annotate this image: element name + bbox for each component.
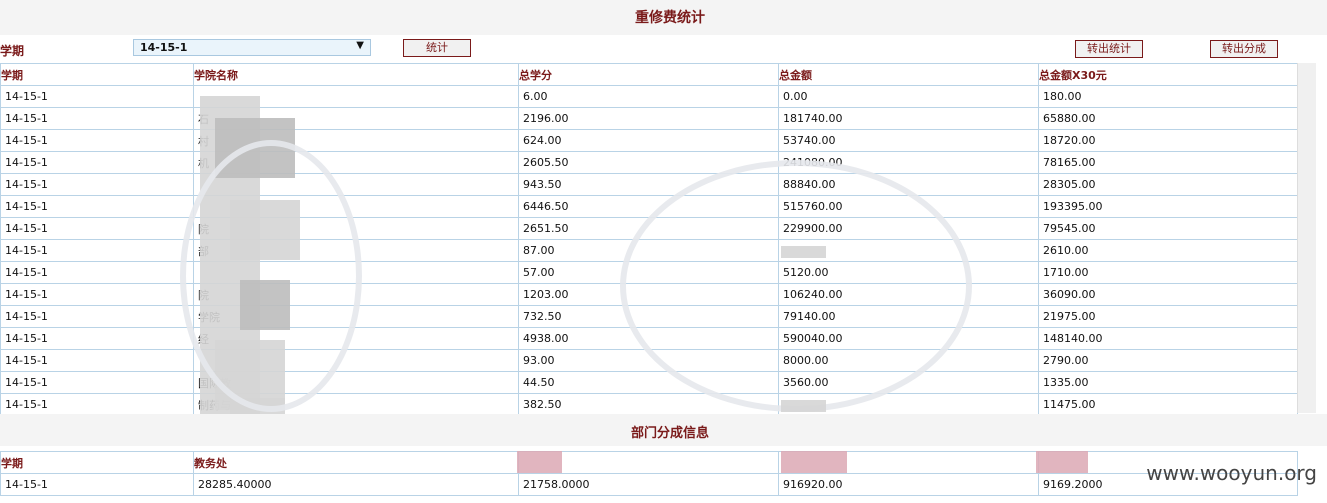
page: 重修费统计 学期 14-15-1 ▼ 统计 转出统计 转出分成 学期 学院名称 … — [0, 0, 1327, 503]
table-row: 14-15-1机2605.50241080.0078165.00 — [0, 151, 1298, 174]
cell-amount30: 18720.00 — [1038, 129, 1298, 152]
watermark: www.wooyun.org — [1146, 461, 1317, 485]
split-table-row: 14-15-1 28285.40000 21758.0000 916920.00… — [0, 473, 1298, 496]
cell-term: 14-15-1 — [0, 261, 194, 284]
cell-amount30: 1710.00 — [1038, 261, 1298, 284]
cell-amount30: 65880.00 — [1038, 107, 1298, 130]
term-select-value: 14-15-1 — [140, 41, 188, 54]
privacy-mosaic — [781, 451, 847, 473]
cell-term: 14-15-1 — [0, 129, 194, 152]
split-col-header-2: 教务处 — [193, 451, 519, 474]
privacy-mosaic — [1036, 451, 1088, 473]
split-section-title: 部门分成信息 — [630, 426, 709, 441]
table-row: 14-15-1村624.0053740.0018720.00 — [0, 129, 1298, 152]
export-stat-button[interactable]: 转出统计 — [1075, 40, 1143, 58]
cell-amount30: 193395.00 — [1038, 195, 1298, 218]
table-header-row: 学期 学院名称 总学分 总金额 总金额X30元 — [0, 63, 1298, 86]
scribble-overlay — [620, 160, 972, 412]
split-cell-4: 916920.00 — [778, 473, 1039, 496]
cell-amount30: 1335.00 — [1038, 371, 1298, 394]
cell-credits: 6.00 — [518, 85, 779, 108]
cell-term: 14-15-1 — [0, 393, 194, 416]
cell-term: 14-15-1 — [0, 239, 194, 262]
term-select[interactable]: 14-15-1 ▼ — [133, 39, 371, 56]
cell-amount30: 11475.00 — [1038, 393, 1298, 416]
cell-amount30: 2610.00 — [1038, 239, 1298, 262]
cell-term: 14-15-1 — [0, 195, 194, 218]
cell-term: 14-15-1 — [0, 371, 194, 394]
split-cell-2: 28285.40000 — [193, 473, 519, 496]
cell-amount30: 2790.00 — [1038, 349, 1298, 372]
cell-amount30: 79545.00 — [1038, 217, 1298, 240]
page-title: 重修费统计 — [635, 10, 705, 26]
cell-term: 14-15-1 — [0, 217, 194, 240]
table-row: 14-15-1 6.00 0.00 180.00 — [0, 85, 1298, 108]
cell-term: 14-15-1 — [0, 349, 194, 372]
split-col-header-term: 学期 — [0, 451, 194, 474]
export-split-button[interactable]: 转出分成 — [1210, 40, 1278, 58]
cell-amount30: 21975.00 — [1038, 305, 1298, 328]
cell-term: 14-15-1 — [0, 173, 194, 196]
cell-term: 14-15-1 — [0, 107, 194, 130]
table-row: 14-15-1国际教44.503560.001335.00 — [0, 371, 1298, 394]
cell-term: 14-15-1 — [0, 85, 194, 108]
term-label: 学期 — [0, 44, 25, 58]
table-row: 14-15-1石2196.00181740.0065880.00 — [0, 107, 1298, 130]
privacy-mosaic — [517, 451, 562, 473]
table-row: 14-15-1 943.50 88840.00 28305.00 — [0, 173, 1298, 196]
col-header-term: 学期 — [0, 63, 194, 86]
cell-amount30: 36090.00 — [1038, 283, 1298, 306]
cell-term: 14-15-1 — [0, 283, 194, 306]
col-header-college: 学院名称 — [193, 63, 519, 86]
split-cell-term: 14-15-1 — [0, 473, 194, 496]
scribble-overlay — [180, 140, 362, 412]
cell-credits: 624.00 — [518, 129, 779, 152]
cell-credits: 2196.00 — [518, 107, 779, 130]
split-cell-3: 21758.0000 — [518, 473, 779, 496]
cell-amount30: 78165.00 — [1038, 151, 1298, 174]
table-row: 14-15-1制药与382.5011475.00 — [0, 393, 1298, 416]
cell-term: 14-15-1 — [0, 327, 194, 350]
table-scrollbar[interactable] — [1297, 63, 1316, 413]
col-header-credits: 总学分 — [518, 63, 779, 86]
stat-button[interactable]: 统计 — [403, 39, 471, 57]
cell-amount: 181740.00 — [778, 107, 1039, 130]
split-table: 学期 教务处 14-15-1 28285.40000 21758.0000 91… — [0, 451, 1298, 496]
cell-term: 14-15-1 — [0, 305, 194, 328]
split-header-row: 学期 教务处 — [0, 451, 1298, 474]
cell-amount: 0.00 — [778, 85, 1039, 108]
cell-amount: 53740.00 — [778, 129, 1039, 152]
col-header-amount: 总金额 — [778, 63, 1039, 86]
privacy-mosaic — [781, 246, 826, 258]
col-header-amount30: 总金额X30元 — [1038, 63, 1298, 86]
privacy-mosaic — [781, 400, 826, 412]
cell-amount30: 148140.00 — [1038, 327, 1298, 350]
cell-amount30: 180.00 — [1038, 85, 1298, 108]
cell-amount30: 28305.00 — [1038, 173, 1298, 196]
cell-term: 14-15-1 — [0, 151, 194, 174]
chevron-down-icon: ▼ — [356, 40, 364, 51]
